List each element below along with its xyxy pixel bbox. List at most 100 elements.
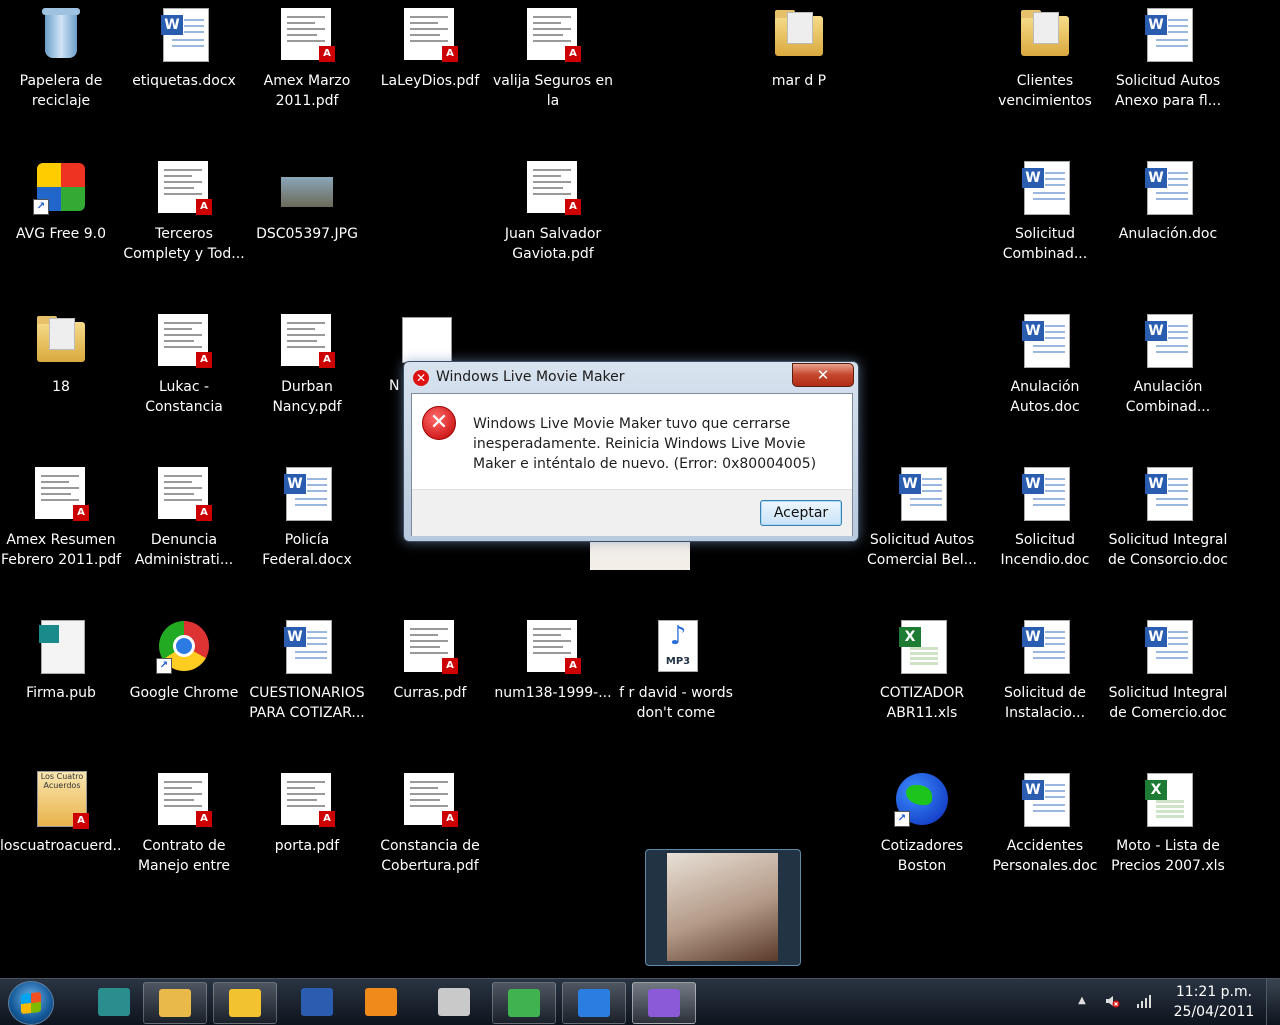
chrome-icon: ↗ [156,618,212,674]
desktop-icon-pdf[interactable]: A Amex Marzo 2011.pdf [246,0,368,110]
pdf-icon: A [279,6,335,62]
desktop-icon-label: Solicitud Combinad... [1002,226,1088,262]
desktop-icon-word[interactable]: W Policía Federal.docx [246,459,368,569]
volume-muted-icon[interactable] [1104,993,1120,1009]
desktop-icon-pdf[interactable]: Anum138-1999-... [492,612,614,722]
desktop-icon-label: Google Chrome [129,685,239,701]
close-button[interactable]: ✕ [792,363,854,387]
desktop-icon-word[interactable]: Wetiquetas.docx [123,0,245,110]
desktop-icon-label: Terceros Complety y Tod... [123,226,245,262]
excel-icon: X [894,618,950,674]
word-icon: W [279,618,335,674]
desktop-icon-word[interactable]: W Solicitud Incendio.doc [984,459,1106,569]
taskbar-button-outlook[interactable] [213,982,277,1024]
desktop-icon-chrome[interactable]: ↗ Google Chrome [123,612,245,722]
desktop-icon-book[interactable]: Los Cuatro Acuerdos A loscuatroacuerd... [0,765,122,875]
desktop-icon-label: LaLeyDios.pdf [380,73,480,89]
publisher-icon [98,988,130,1016]
desktop-icon-word[interactable]: W CUESTIONARIOS PARA COTIZAR... [246,612,368,722]
desktop-icon-label: loscuatroacuerd... [0,838,122,854]
folder-icon [1017,6,1073,62]
taskbar-button-movie-maker[interactable] [632,982,696,1024]
ok-button[interactable]: Aceptar [760,500,842,526]
dialog-titlebar[interactable]: ✕ Windows Live Movie Maker ✕ [404,362,858,392]
desktop-icon-word[interactable]: W Solicitud Autos Comercial Bel... [861,459,983,569]
desktop-icon-pdf[interactable]: A Lukac -Constancia de Cobertura-.pdf [123,306,245,416]
desktop-icon-excel[interactable]: X Moto - Lista de Precios 2007.xls [1107,765,1229,875]
desktop-icon-pdf[interactable]: A Amex Resumen Febrero 2011.pdf [0,459,122,569]
desktop-icon-word[interactable]: W Solicitud Combinad... [984,153,1106,263]
desktop-icon-recycle-bin[interactable]: Papelera de reciclaje [0,0,122,110]
desktop-icon-excel[interactable]: X COTIZADOR ABR11.xls [861,612,983,722]
mp3-icon: ♪ MP3 [648,618,704,674]
desktop-icon-pdf[interactable]: A Terceros Complety y Tod... [123,153,245,263]
desktop-icon-pdf[interactable]: Avalija Seguros en la web.com.ar.pdf [492,0,614,110]
desktop-icon-mp3[interactable]: ♪MP3 f r david - words don't come easy... [615,612,737,722]
desktop-icon-pdf[interactable]: A LaLeyDios.pdf [369,0,491,110]
denuncia-thumbnail[interactable] [590,540,690,570]
desktop-icon-photo[interactable]: DSC05397.JPG [246,153,368,263]
taskbar-button-media-player[interactable] [350,982,412,1022]
desktop-icon-label: Constancia de Cobertura.pdf [380,838,480,874]
desktop-icon-word[interactable]: W Accidentes Personales.doc [984,765,1106,875]
desktop-icon-label: Amex Marzo 2011.pdf [263,73,351,109]
desktop-icon-pdf[interactable]: A Contrato de Manejo entre pa... [123,765,245,875]
desktop-icon-pdf[interactable]: A Juan Salvador Gaviota.pdf [492,153,614,263]
desktop-icon-label: Accidentes Personales.doc [992,838,1098,874]
preview-photo [667,853,778,961]
desktop-icon-label: Denuncia Administrati... [134,532,234,568]
desktop-icon-folder[interactable]: 18 [0,306,122,416]
desktop-icon-label: num138-1999-... [494,685,612,701]
show-desktop-button[interactable] [1266,979,1280,1025]
desktop-icon-label: Durban Nancy.pdf [272,379,342,415]
desktop-icon-label: COTIZADOR ABR11.xls [879,685,965,721]
taskbar-preview-thumbnail[interactable] [645,849,801,966]
desktop-icon-label: Solicitud Autos Anexo para fl... [1114,73,1222,109]
word-icon: W [1140,618,1196,674]
desktop-icon-word[interactable]: W Solicitud Autos Anexo para fl... [1107,0,1229,110]
desktop-icon-label: Amex Resumen Febrero 2011.pdf [0,532,122,568]
desktop-icon-globe[interactable]: ↗ Cotizadores Boston [861,765,983,875]
desktop-icon-word[interactable]: W Solicitud Integral de Comercio.doc [1107,612,1229,722]
pdf-icon: A [33,465,89,521]
error-dialog[interactable]: ✕ Windows Live Movie Maker ✕ ✕ Windows L… [403,361,859,542]
taskbar-button-publisher[interactable] [83,982,145,1022]
chess-icon [438,988,470,1016]
folder-icon [771,6,827,62]
desktop-icon-label: DSC05397.JPG [256,226,358,242]
desktop-icon-word[interactable]: W Anulación Combinad... [1107,306,1229,416]
network-bars-icon[interactable] [1136,993,1152,1009]
error-icon: ✕ [422,406,456,440]
desktop-icon-word[interactable]: W Anulación Autos.doc [984,306,1106,416]
desktop-icon-pdf[interactable]: A Denuncia Administrati... [123,459,245,569]
desktop-icon-word[interactable]: W Solicitud de Instalacio... [984,612,1106,722]
desktop-icon-pdf[interactable]: Aporta.pdf [246,765,368,875]
word-icon: W [1140,465,1196,521]
taskbar-button-word[interactable] [286,982,348,1022]
taskbar-button-explorer[interactable] [143,982,207,1024]
book-icon: Los Cuatro Acuerdos A [33,771,89,829]
start-button[interactable] [8,981,54,1025]
taskbar-button-internet-explorer[interactable] [562,982,626,1024]
taskbar-button-messenger[interactable] [492,982,556,1024]
desktop-icon-word[interactable]: W Solicitud Integral de Consorcio.doc [1107,459,1229,569]
desktop-icon-folder[interactable]: mar d P [738,0,860,110]
desktop-icon-pdf[interactable]: A Constancia de Cobertura.pdf [369,765,491,875]
taskbar-button-chess[interactable] [423,982,485,1022]
desktop-icon-pdf[interactable]: A Durban Nancy.pdf [246,306,368,416]
clock[interactable]: 11:21 p.m. 25/04/2011 [1166,982,1262,1022]
clock-date: 25/04/2011 [1173,1004,1255,1020]
desktop-icon-pub[interactable]: Firma.pub [0,612,122,722]
pdf-icon: A [279,312,335,368]
show-hidden-icons-button[interactable]: ▲ [1074,993,1090,1009]
avg-icon: ↗ [33,159,89,215]
error-message: Windows Live Movie Maker tuvo que cerrar… [473,416,817,472]
wallpaper-hidden-icon[interactable] [402,317,452,363]
photo-icon [279,159,335,215]
desktop-icon-pdf[interactable]: A Curras.pdf [369,612,491,722]
desktop-icon-folder[interactable]: Clientes vencimientos [984,0,1106,110]
desktop-icon-word[interactable]: W Anulación.doc [1107,153,1229,263]
desktop-icon-label: Moto - Lista de Precios 2007.xls [1111,838,1225,874]
word-icon: W [1017,771,1073,827]
desktop-icon-avg[interactable]: ↗ AVG Free 9.0 [0,153,122,263]
